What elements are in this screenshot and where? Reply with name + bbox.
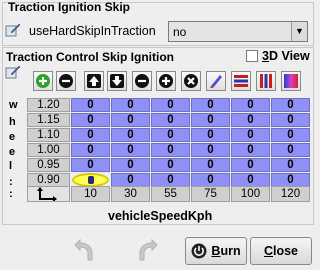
edit-notes-icon[interactable] [5, 23, 21, 37]
x-axis-cell[interactable]: 75 [191, 186, 230, 202]
y-axis-letter: : [9, 188, 13, 200]
panel-title: Traction Control Skip Ignition [6, 50, 174, 64]
y-axis-letter: : [9, 176, 13, 188]
table-cell[interactable]: 0 [191, 143, 230, 157]
close-button[interactable]: Close [250, 237, 312, 265]
redo-icon [139, 238, 158, 261]
table-cell[interactable]: 0 [231, 173, 270, 187]
undo-icon [74, 238, 93, 261]
shift-down-button[interactable] [107, 71, 127, 91]
y-axis-cell[interactable]: 1.15 [27, 113, 70, 127]
axis-corner-icon [27, 186, 70, 202]
burn-label: Burn [211, 244, 241, 258]
table-cell[interactable]: 0 [231, 128, 270, 142]
arrow-down-icon [110, 74, 124, 88]
table-cell[interactable]: 0 [111, 173, 150, 187]
table-cell[interactable]: 0 [151, 173, 190, 187]
y-axis-letter: e [9, 146, 16, 158]
horizontal-fill-button[interactable] [231, 71, 251, 91]
interpolate-button[interactable] [206, 71, 226, 91]
y-axis-cell[interactable]: 0.90 [27, 173, 70, 187]
arrow-up-icon [87, 74, 101, 88]
table-cell[interactable]: 0 [231, 113, 270, 127]
table-cell[interactable]: 0 [151, 113, 190, 127]
y-axis-cell[interactable]: 0.95 [27, 158, 70, 172]
multiply-button[interactable] [181, 71, 201, 91]
horizontal-bars-icon [234, 75, 248, 87]
x-axis-cell[interactable]: 100 [231, 186, 270, 202]
pencil-icon [210, 75, 222, 88]
add-button[interactable] [156, 71, 176, 91]
table-cell[interactable]: 0 [71, 143, 110, 157]
table-cell[interactable]: 0 [231, 158, 270, 172]
view-3d-label: 3D View [262, 49, 310, 63]
x-axis-title: vehicleSpeedKph [108, 209, 213, 223]
table-cell[interactable]: 0 [111, 98, 150, 112]
table-cell[interactable]: 0 [271, 173, 310, 187]
y-axis-cell[interactable]: 1.00 [27, 143, 70, 157]
live-position-cursor [72, 173, 109, 187]
x-axis-cell[interactable]: 55 [151, 186, 190, 202]
minus-circle-icon [59, 74, 73, 88]
table-cell[interactable]: 0 [71, 158, 110, 172]
param-label: useHardSkipInTraction [29, 24, 156, 38]
add-green-button[interactable] [33, 71, 53, 91]
table-cell[interactable]: 0 [271, 128, 310, 142]
x-axis-cell[interactable]: 30 [111, 186, 150, 202]
table-cell[interactable]: 0 [111, 158, 150, 172]
undo-button[interactable] [73, 236, 95, 262]
y-axis-cell[interactable]: 1.20 [27, 98, 70, 112]
y-axis-cell[interactable]: 1.10 [27, 128, 70, 142]
table-cell[interactable]: 0 [271, 143, 310, 157]
y-axis-letter: e [9, 131, 16, 143]
table-cell[interactable]: 0 [151, 128, 190, 142]
table-cell[interactable]: 0 [191, 158, 230, 172]
vertical-bars-icon [260, 74, 272, 88]
table-cell[interactable]: 0 [151, 98, 190, 112]
close-label: Close [263, 244, 299, 258]
table-cell[interactable]: 0 [271, 113, 310, 127]
gradient-fill-button[interactable] [281, 71, 301, 91]
y-axis-letter: w [9, 99, 18, 111]
table-cell[interactable]: 0 [111, 113, 150, 127]
table-cell[interactable]: 0 [71, 98, 110, 112]
x-axis-cell[interactable]: 120 [271, 186, 310, 202]
plus-circle-icon [159, 74, 173, 88]
x-circle-icon [184, 74, 198, 88]
decrement-button[interactable] [56, 71, 76, 91]
minus-circle-icon [135, 74, 149, 88]
table-cell[interactable]: 0 [191, 173, 230, 187]
table-cell[interactable]: 0 [231, 143, 270, 157]
burn-power-icon [191, 243, 207, 259]
table-cell[interactable]: 0 [191, 128, 230, 142]
plus-green-icon [36, 74, 50, 88]
table-cell[interactable]: 0 [271, 98, 310, 112]
table-cell[interactable]: 0 [151, 143, 190, 157]
param-value-select[interactable]: no ▼ [168, 21, 308, 42]
burn-button[interactable]: Burn [185, 237, 247, 265]
vertical-fill-button[interactable] [256, 71, 276, 91]
table-cell[interactable]: 0 [111, 143, 150, 157]
chevron-down-icon[interactable]: ▼ [291, 22, 307, 41]
x-axis-cell[interactable]: 10 [71, 186, 110, 202]
gradient-icon [284, 74, 298, 88]
table-cell[interactable]: 0 [191, 113, 230, 127]
table-cell[interactable]: 0 [191, 98, 230, 112]
checkbox-box[interactable] [246, 50, 258, 62]
y-axis-letter: l [9, 160, 13, 172]
selected-value: no [173, 25, 187, 39]
cursor-dot-icon [88, 176, 94, 184]
table-cell[interactable]: 0 [271, 158, 310, 172]
subtract-button[interactable] [132, 71, 152, 91]
table-cell[interactable]: 0 [71, 113, 110, 127]
edit-notes-icon[interactable] [5, 65, 21, 79]
table-cell[interactable]: 0 [231, 98, 270, 112]
y-axis-letter: h [9, 116, 16, 128]
table-cell[interactable]: 0 [151, 158, 190, 172]
shift-up-button[interactable] [84, 71, 104, 91]
panel-title: Traction Ignition Skip [8, 0, 131, 14]
table-cell[interactable]: 0 [71, 128, 110, 142]
redo-button[interactable] [137, 236, 159, 262]
table-cell[interactable]: 0 [111, 128, 150, 142]
